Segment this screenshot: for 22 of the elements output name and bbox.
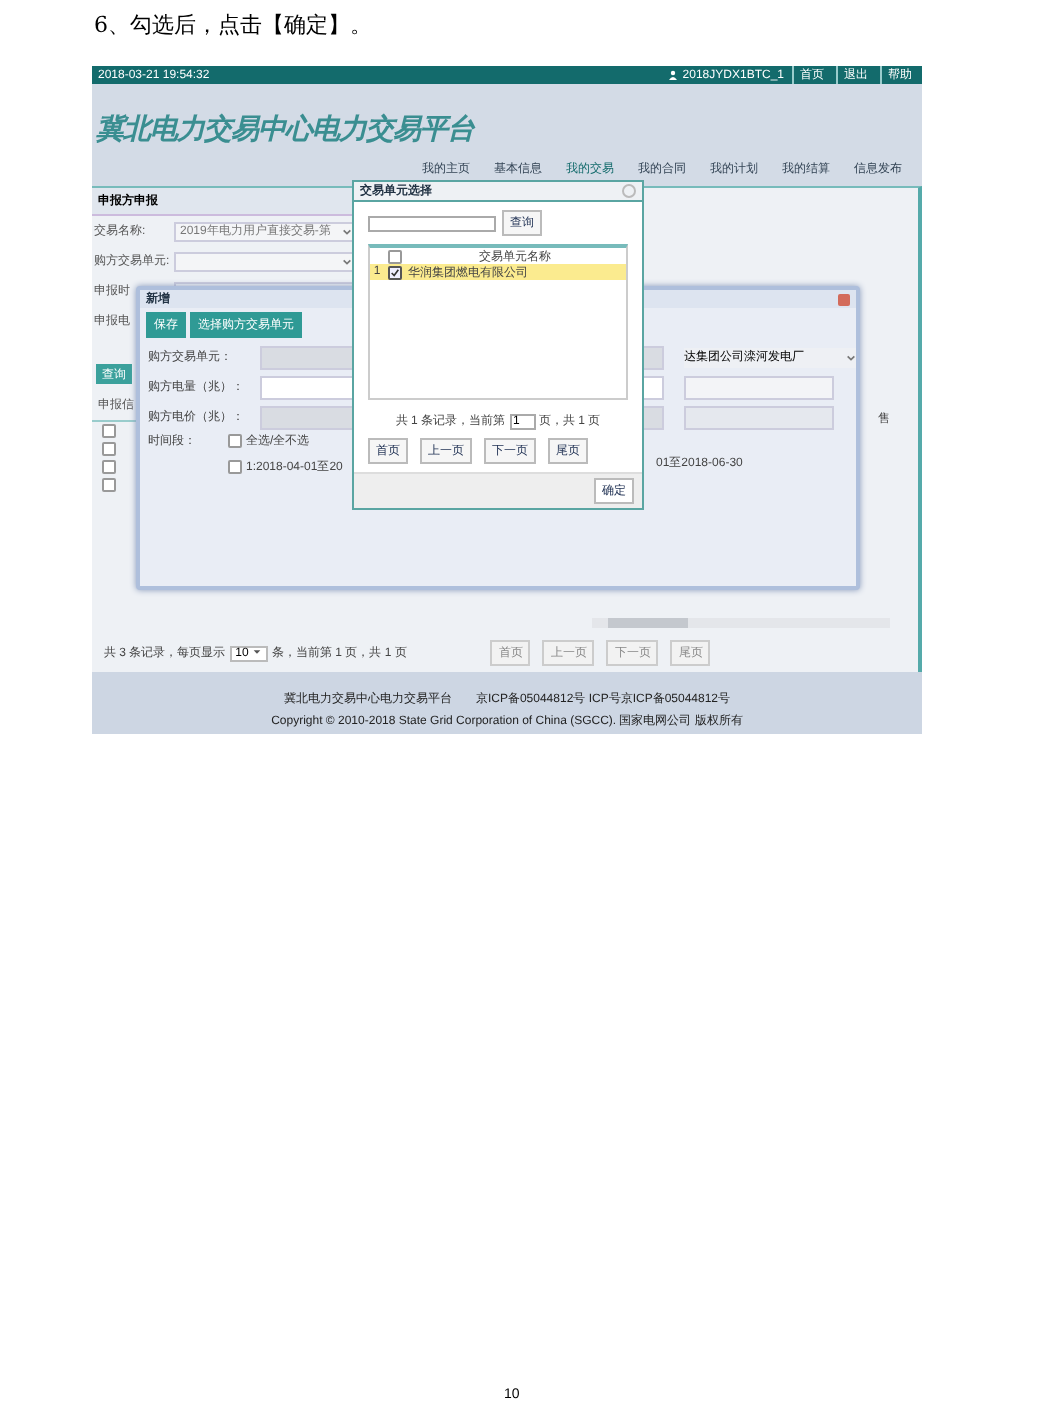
row-checkbox[interactable] (102, 478, 116, 492)
row-checkbox[interactable] (387, 265, 401, 279)
caret-icon (252, 647, 263, 655)
close-icon[interactable] (838, 293, 850, 305)
row-checkbox[interactable] (102, 460, 116, 474)
horizontal-scrollbar[interactable] (592, 618, 890, 628)
search-field[interactable] (368, 215, 496, 231)
select-all-checkbox[interactable] (387, 249, 401, 263)
site-title: 冀北电力交易中心电力交易平台 (96, 112, 474, 148)
caret-icon (342, 257, 352, 265)
caret-icon (342, 227, 352, 235)
input-field[interactable] (684, 375, 834, 399)
caret-icon (846, 353, 856, 361)
row-checkbox[interactable] (102, 442, 116, 456)
select-field[interactable] (174, 251, 358, 271)
instruction-text: 6、勾选后，点击【确定】。 (94, 10, 372, 40)
checkbox[interactable] (228, 460, 242, 474)
row-checkbox[interactable] (102, 424, 116, 438)
checkbox[interactable] (228, 434, 242, 448)
user-icon (668, 70, 679, 80)
input-field[interactable] (684, 405, 834, 429)
close-icon[interactable] (622, 184, 636, 198)
